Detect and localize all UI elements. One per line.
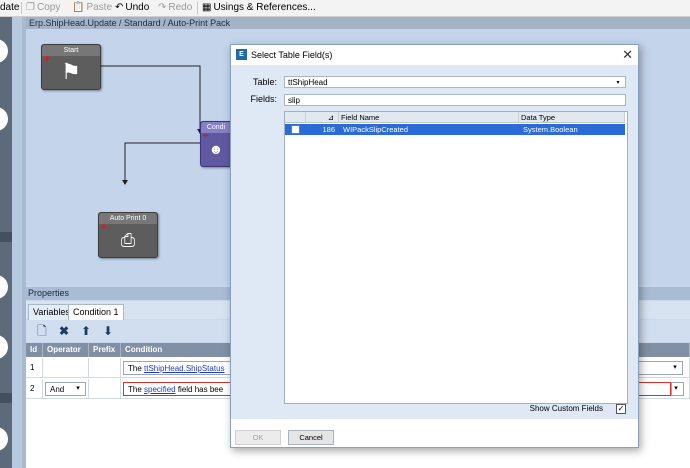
- condition-field-link[interactable]: specified: [144, 385, 176, 394]
- copy-icon: ❐: [26, 2, 35, 13]
- show-custom-fields-checkbox[interactable]: ✓: [616, 404, 626, 414]
- usings-references-label: Usings & References...: [213, 2, 316, 13]
- select-column-header[interactable]: [285, 112, 306, 123]
- row-2-operator-cell: And ▾: [43, 379, 89, 399]
- dialog-titlebar[interactable]: E Select Table Field(s) ✕: [231, 45, 638, 65]
- copy-button[interactable]: ❐ Copy: [26, 1, 60, 15]
- tab-condition-1[interactable]: Condition 1: [68, 304, 124, 320]
- undo-icon: ↶: [115, 2, 124, 13]
- left-panel-tab[interactable]: [0, 107, 8, 131]
- left-panel-strip: [0, 17, 12, 468]
- redo-label: Redo: [168, 2, 193, 13]
- column-header-field-name[interactable]: Field Name: [339, 112, 519, 123]
- row-2-id: 2: [26, 379, 43, 399]
- sort-icon: ⊿: [327, 113, 334, 122]
- move-down-icon[interactable]: ⬇: [101, 324, 115, 338]
- redo-icon: ↷: [158, 2, 167, 13]
- dialog-title: Select Table Field(s): [251, 50, 333, 60]
- connector-condition-to-print: [124, 142, 200, 183]
- undo-label: Undo: [125, 2, 150, 13]
- chevron-down-icon: ▾: [674, 385, 678, 392]
- cancel-button[interactable]: Cancel: [288, 430, 334, 445]
- paste-button[interactable]: 📋 Paste: [72, 1, 112, 15]
- operator-value: And: [50, 385, 65, 394]
- fields-label: Fields:: [250, 94, 277, 104]
- copy-label: Copy: [36, 2, 61, 13]
- row-checkbox[interactable]: [291, 125, 300, 134]
- app-icon: E: [236, 49, 247, 60]
- field-number: 186: [322, 125, 335, 134]
- chevron-down-icon[interactable]: ▾: [612, 77, 624, 89]
- condition-dropdown-button[interactable]: ▾: [671, 382, 684, 396]
- show-custom-fields-label: Show Custom Fields: [529, 404, 603, 413]
- field-name: WIPackSlipCreated: [343, 125, 409, 134]
- close-icon[interactable]: ✕: [622, 47, 633, 62]
- auto-print-node-title: Auto Print 0: [99, 213, 157, 224]
- start-node-title: Start: [42, 45, 100, 56]
- toolbar-separator: [197, 2, 198, 14]
- field-data-type: System.Boolean: [523, 125, 578, 134]
- flag-icon: ⚑: [61, 59, 81, 84]
- fields-table: ⊿ Field Name Data Type 186 WIPackSlipCre…: [284, 111, 628, 404]
- table-value: ttShipHead: [288, 78, 328, 87]
- left-panel-tab[interactable]: [0, 335, 8, 359]
- arrow-head: [122, 180, 128, 185]
- table-select[interactable]: ttShipHead ▾: [284, 76, 626, 88]
- condition-text: The: [128, 364, 145, 373]
- chevron-down-icon[interactable]: ▾: [72, 383, 84, 395]
- auto-print-node[interactable]: Auto Print 0 + ⎙: [98, 212, 158, 258]
- left-panel-tab[interactable]: [0, 275, 8, 299]
- main-toolbar: date ❐ Copy 📋 Paste ↶ Undo ↷ Redo ▦ Usings & …: [0, 0, 690, 17]
- toolbar-separator: [21, 2, 22, 14]
- table-label: Table:: [252, 77, 277, 87]
- sort-column-header[interactable]: ⊿: [306, 112, 339, 123]
- dialog-footer: OK Cancel: [231, 419, 638, 447]
- operator-dropdown[interactable]: And ▾: [45, 382, 86, 396]
- delete-icon[interactable]: ✖: [57, 324, 71, 338]
- paste-label: Paste: [86, 2, 113, 13]
- undo-button[interactable]: ↶ Undo: [115, 1, 149, 15]
- select-table-fields-dialog: E Select Table Field(s) ✕ Table: ttShipH…: [230, 44, 639, 448]
- row-1-prefix[interactable]: [89, 358, 121, 378]
- new-icon[interactable]: 🗋: [35, 324, 49, 338]
- condition-text: The: [128, 385, 145, 394]
- ok-button[interactable]: OK: [235, 430, 281, 445]
- row-1-operator[interactable]: [43, 358, 89, 378]
- printer-icon: ⎙: [120, 230, 136, 250]
- update-button[interactable]: date: [0, 1, 19, 15]
- workflow-title: Erp.ShipHead.Update / Standard / Auto-Pr…: [26, 17, 690, 29]
- column-header-prefix[interactable]: Prefix: [89, 343, 121, 357]
- left-panel-divider: [0, 393, 12, 403]
- table-row[interactable]: 186 WIPackSlipCreated System.Boolean: [285, 124, 625, 135]
- left-panel-tab[interactable]: [0, 427, 8, 451]
- redo-button[interactable]: ↷ Redo: [158, 1, 192, 15]
- person-icon: ☻: [208, 141, 224, 157]
- fields-search-input[interactable]: slip: [284, 94, 626, 106]
- row-1-id: 1: [26, 358, 43, 378]
- left-panel-divider: [0, 232, 12, 242]
- usings-references-button[interactable]: ▦ Usings & References...: [202, 1, 316, 15]
- column-header-data-type[interactable]: Data Type: [519, 112, 625, 123]
- references-icon: ▦: [202, 2, 212, 13]
- left-panel-tab[interactable]: [0, 39, 8, 63]
- condition-text: field has bee: [175, 385, 224, 394]
- paste-icon: 📋: [72, 2, 85, 13]
- connector-start-to-condition: [100, 65, 201, 132]
- start-node[interactable]: Start + ⚑: [41, 44, 101, 90]
- chevron-down-icon[interactable]: ▾: [669, 362, 681, 374]
- condition-node[interactable]: Condi + ☻: [200, 121, 232, 167]
- condition-field-link[interactable]: ttShipHead.ShipStatus: [144, 364, 225, 373]
- column-header-id[interactable]: Id: [26, 343, 43, 357]
- column-header-operator[interactable]: Operator: [43, 343, 89, 357]
- move-up-icon[interactable]: ⬆: [79, 324, 93, 338]
- row-2-prefix[interactable]: [89, 379, 121, 399]
